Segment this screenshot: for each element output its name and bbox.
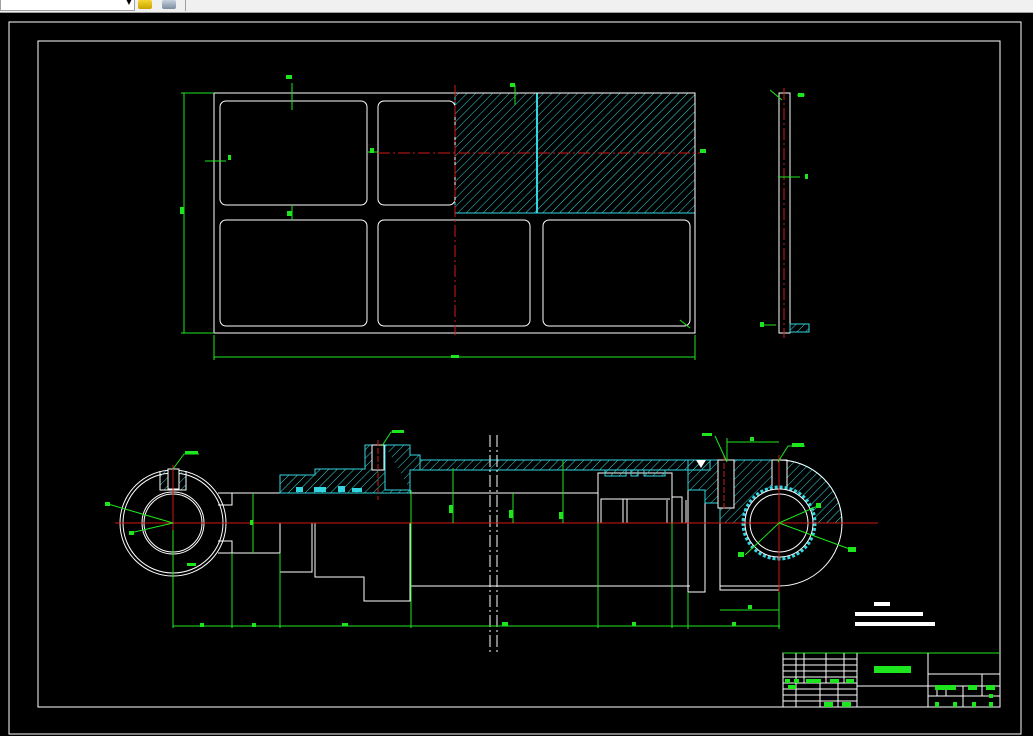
- plate-front-view: [180, 75, 706, 360]
- plate-pocket: [377, 219, 531, 327]
- cylinder-section-view: [105, 430, 878, 655]
- drawing-title-mark: [874, 666, 911, 673]
- technical-requirements: [855, 602, 935, 626]
- plate-pocket: [219, 219, 368, 327]
- plate-pocket: [542, 219, 691, 327]
- plate-pocket: [219, 100, 368, 206]
- cylinder-barrel-wall: [419, 459, 711, 471]
- requirements-heading-mark: [874, 602, 890, 606]
- cad-drawing[interactable]: [0, 0, 1033, 736]
- plate-side-view: [760, 88, 810, 338]
- title-block: [782, 652, 1001, 708]
